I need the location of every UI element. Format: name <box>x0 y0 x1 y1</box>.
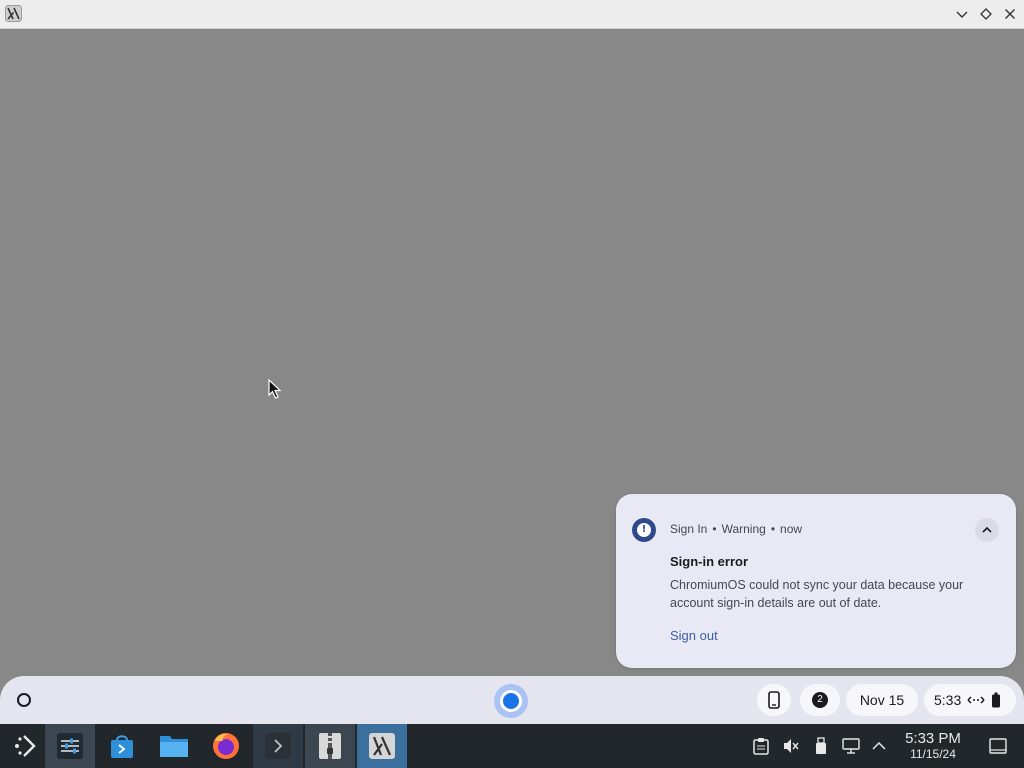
shelf-date: Nov 15 <box>859 692 905 708</box>
header-separator: • <box>770 522 776 536</box>
mouse-cursor-icon <box>268 378 282 400</box>
expand-tray-icon <box>872 741 886 750</box>
terminal-button[interactable] <box>253 724 303 768</box>
volume-tray-button[interactable] <box>779 734 803 758</box>
maximize-icon <box>980 8 992 20</box>
network-icon <box>842 738 860 754</box>
file-manager-button[interactable] <box>149 724 199 768</box>
notification-header: Sign In • Warning • now <box>670 522 802 536</box>
host-taskbar: 5:33 PM 11/15/24 <box>0 724 1024 768</box>
sign-in-notification[interactable]: ! Sign In • Warning • now Sign-in error Chro… <box>616 494 1016 668</box>
phone-hub-button[interactable] <box>757 684 791 716</box>
launcher-button[interactable] <box>12 688 36 712</box>
start-menu-button[interactable] <box>0 724 50 768</box>
terminal-icon <box>265 733 291 759</box>
start-menu-icon <box>15 735 36 757</box>
store-app-button[interactable] <box>97 724 147 768</box>
clock-date: 11/15/24 <box>910 747 956 761</box>
firefox-icon <box>213 733 239 759</box>
x-app-icon <box>369 733 395 759</box>
settings-app-button[interactable] <box>45 724 95 768</box>
firefox-button[interactable] <box>201 724 251 768</box>
minimize-button[interactable] <box>953 5 971 23</box>
store-app-icon <box>111 735 133 758</box>
notification-message: ChromiumOS could not sync your data beca… <box>670 578 964 610</box>
notification-title: Sign-in error <box>670 554 749 569</box>
taskbar-clock[interactable]: 5:33 PM 11/15/24 <box>898 730 968 761</box>
close-button[interactable] <box>1001 5 1019 23</box>
clock-time: 5:33 PM <box>905 730 961 747</box>
battery-icon <box>992 692 1001 708</box>
sign-out-button[interactable]: Sign out <box>670 628 718 643</box>
minimize-icon <box>956 11 968 18</box>
notification-source: Sign In <box>670 522 708 536</box>
expand-tray-button[interactable] <box>867 734 891 758</box>
unified-system-tray[interactable]: 5:33 <box>924 684 1016 716</box>
chevron-up-icon <box>982 526 992 533</box>
collapse-notification-button[interactable] <box>975 518 999 542</box>
x-app-button[interactable] <box>357 724 407 768</box>
maximize-button[interactable] <box>977 5 995 23</box>
warning-icon: ! <box>632 518 656 542</box>
header-separator: • <box>712 522 717 536</box>
archive-manager-icon <box>319 733 341 759</box>
settings-app-icon <box>57 733 83 759</box>
chromium-icon <box>500 690 522 712</box>
notification-count-badge: 2 <box>812 692 828 708</box>
shelf-time: 5:33 <box>934 692 962 708</box>
network-tray-button[interactable] <box>839 734 863 758</box>
volume-muted-icon <box>784 739 799 753</box>
x-app-icon <box>5 5 22 22</box>
show-desktop-icon <box>989 738 1007 754</box>
notification-counter-button[interactable]: 2 <box>800 684 840 716</box>
usb-tray-button[interactable] <box>809 734 833 758</box>
chromeos-shelf: 2 Nov 15 5:33 <box>0 676 1024 724</box>
chromium-shelf-app[interactable] <box>494 684 528 718</box>
close-icon <box>1005 9 1015 19</box>
notification-time: now <box>780 522 803 536</box>
date-tray-button[interactable]: Nov 15 <box>846 684 918 716</box>
launcher-icon <box>17 693 31 707</box>
clipboard-icon <box>753 738 769 755</box>
phone-hub-icon <box>768 691 780 709</box>
show-desktop-button[interactable] <box>986 734 1010 758</box>
notification-severity: Warning <box>721 522 766 536</box>
clipboard-tray-button[interactable] <box>749 734 773 758</box>
network-icon <box>967 696 985 704</box>
file-manager-icon <box>160 736 188 757</box>
archive-manager-button[interactable] <box>305 724 355 768</box>
usb-icon <box>816 737 826 754</box>
window-titlebar <box>0 0 1024 29</box>
